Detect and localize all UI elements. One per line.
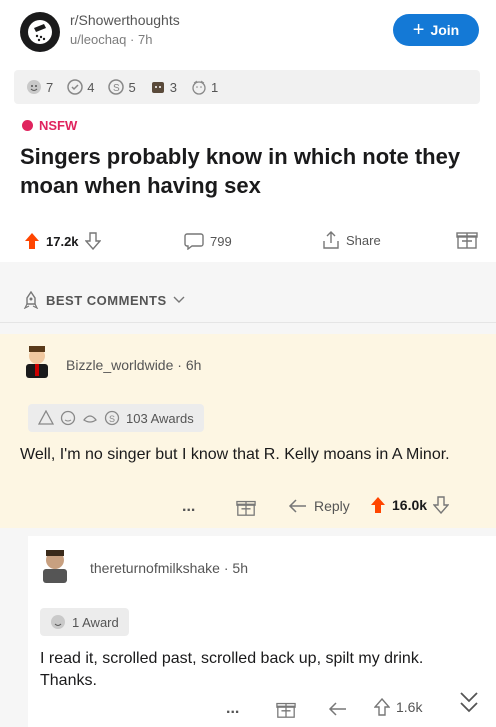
award-item: 4 — [67, 79, 94, 95]
downvote-icon[interactable] — [84, 232, 101, 250]
comment-body: I read it, scrolled past, scrolled back … — [40, 650, 424, 689]
sort-label: BEST COMMENTS — [46, 292, 167, 308]
post-author[interactable]: u/leochaq — [70, 32, 126, 47]
meta-separator: · — [130, 32, 138, 47]
share-button[interactable]: Share — [322, 230, 381, 250]
reply-arrow-icon[interactable] — [328, 701, 348, 717]
comment-awards[interactable]: S 103 Awards — [28, 404, 204, 432]
comment-vote-count: 1.6k — [396, 699, 423, 715]
silver-award-icon: S — [108, 79, 125, 95]
comment-awards[interactable]: 1 Award — [40, 608, 129, 636]
comment-vote-group: 1.6k — [374, 698, 422, 716]
comment-age: 6h — [185, 357, 202, 373]
awards-count-label: 1 Award — [72, 614, 119, 630]
post-title[interactable]: Singers probably know in which note they… — [20, 142, 480, 200]
comment-meta: thereturnofmilkshake · 5h — [90, 560, 248, 576]
reply-arrow-icon — [288, 499, 306, 513]
post-actions: 17.2k 799 Share — [14, 226, 486, 258]
give-award-button[interactable] — [456, 228, 478, 250]
wholesome-award-icon — [27, 80, 41, 94]
wholesome-award-icon — [51, 615, 65, 629]
hug-award-icon — [192, 80, 206, 95]
award-count: 1 — [210, 79, 219, 95]
comment-bubble-icon — [184, 233, 204, 250]
showerhead-icon — [28, 20, 52, 44]
award-count: 4 — [87, 79, 95, 95]
comment-actions: ... 1.6k — [28, 692, 496, 726]
join-label: Join — [430, 22, 460, 38]
comment-meta: Bizzle_worldwide · 6h — [66, 357, 201, 373]
more-options-button[interactable]: ... — [182, 498, 195, 516]
share-label: Share — [346, 232, 381, 248]
upvote-icon[interactable] — [24, 232, 40, 250]
gold-award-icon — [38, 410, 54, 425]
sort-dropdown[interactable]: BEST COMMENTS — [22, 291, 185, 309]
collapse-thread-icon[interactable] — [458, 690, 480, 716]
award-count: 5 — [128, 79, 136, 95]
comment-vote-count: 16.0k — [392, 497, 428, 513]
comment-actions: ... Reply 16.0k — [0, 494, 496, 524]
bear-award-icon — [151, 82, 164, 93]
rocket-like-award-icon — [83, 415, 97, 423]
comment-body: Well, I'm no singer but I know that R. K… — [20, 446, 450, 463]
comment-count: 799 — [210, 233, 232, 249]
upvote-icon[interactable] — [374, 698, 390, 716]
rocket-icon — [23, 291, 39, 309]
reply-label: Reply — [314, 498, 350, 514]
gift-icon — [456, 232, 478, 249]
nsfw-icon — [22, 120, 33, 131]
award-item: S 5 — [108, 79, 136, 95]
user-avatar[interactable] — [20, 344, 54, 380]
plus-icon: + — [412, 19, 425, 41]
comment-sort-bar[interactable]: BEST COMMENTS — [0, 275, 496, 323]
nsfw-tag: NSFW — [22, 118, 77, 133]
post-awards-row[interactable]: 7 4 S 5 3 1 — [14, 70, 480, 104]
awards-count-label: 103 Awards — [126, 410, 194, 426]
post-meta: u/leochaq · 7h — [70, 32, 152, 47]
svg-text:S: S — [113, 83, 120, 94]
nsfw-label: NSFW — [39, 118, 78, 133]
upvote-icon[interactable] — [370, 496, 386, 514]
award-item: 3 — [150, 79, 177, 95]
post-vote-group: 17.2k — [24, 232, 101, 250]
chevron-down-icon — [173, 296, 185, 303]
comment-vote-group: 16.0k — [370, 496, 450, 514]
downvote-icon[interactable] — [433, 496, 450, 514]
share-icon — [323, 231, 339, 249]
comment-age: 5h — [232, 560, 248, 576]
post-vote-count: 17.2k — [46, 233, 79, 249]
award-item: 1 — [191, 79, 218, 95]
wholesome-award-icon — [60, 410, 76, 426]
comment-reply: thereturnofmilkshake · 5h 1 Award I read… — [28, 536, 496, 727]
subreddit-name[interactable]: r/Showerthoughts — [70, 12, 180, 28]
meta-separator: · — [177, 357, 186, 373]
user-avatar[interactable] — [38, 548, 72, 584]
svg-text:S: S — [109, 414, 115, 424]
comment-author[interactable]: Bizzle_worldwide — [66, 357, 173, 373]
award-count: 7 — [46, 79, 54, 95]
silver-award-icon: S — [104, 410, 120, 426]
more-options-button[interactable]: ... — [226, 700, 239, 718]
post-age: 7h — [137, 32, 153, 47]
join-button[interactable]: + Join — [393, 14, 479, 46]
subreddit-avatar[interactable] — [20, 12, 60, 52]
post-card: r/Showerthoughts u/leochaq · 7h + Join 7… — [0, 0, 496, 262]
helpful-award-icon — [67, 79, 83, 95]
gift-icon[interactable] — [236, 497, 256, 517]
award-count: 3 — [169, 79, 177, 95]
comment-highlighted: Bizzle_worldwide · 6h S 103 Awards Well,… — [0, 334, 496, 528]
gift-icon[interactable] — [276, 699, 296, 719]
reply-button[interactable]: Reply — [288, 498, 350, 514]
comment-author[interactable]: thereturnofmilkshake — [90, 560, 220, 576]
award-item: 7 — [26, 79, 53, 95]
comments-button[interactable]: 799 — [184, 232, 232, 250]
